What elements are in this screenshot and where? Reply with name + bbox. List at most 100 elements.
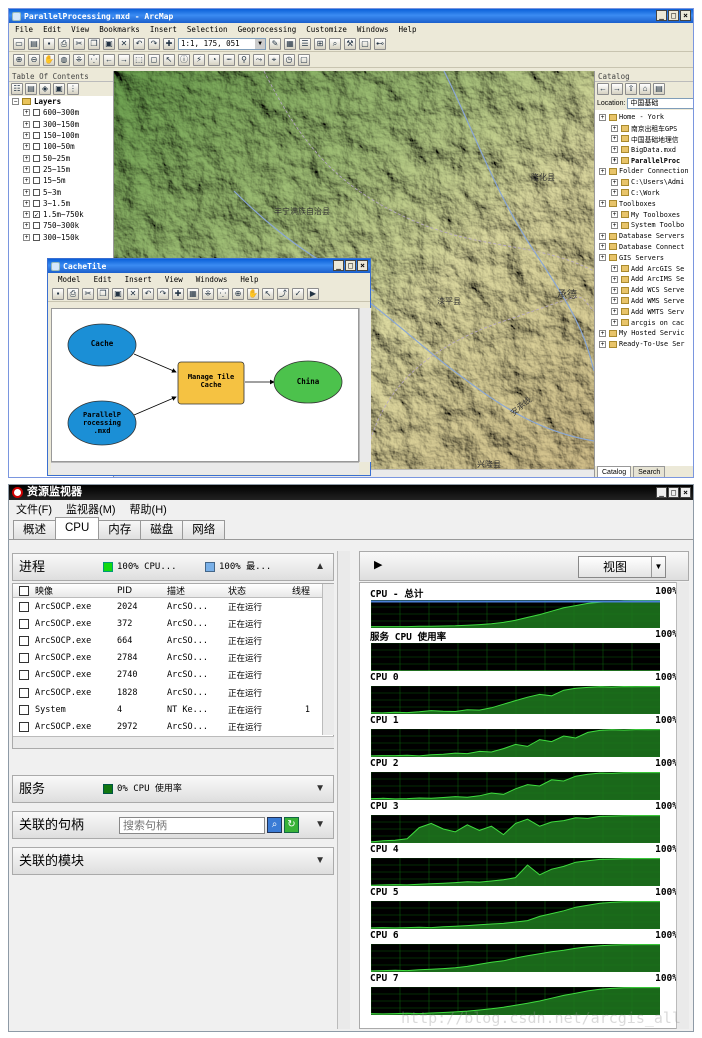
expand-icon[interactable]: +: [23, 222, 30, 230]
processes-section-header[interactable]: 进程 100% CPU... 100% 最... ▲: [12, 553, 334, 581]
process-checkbox[interactable]: [19, 601, 29, 612]
layer-visibility-checkbox[interactable]: [33, 165, 40, 173]
menu-item-bookmarks[interactable]: Bookmarks: [99, 25, 140, 34]
menu-item-geoprocessing[interactable]: Geoprocessing: [238, 25, 297, 34]
close-button[interactable]: ×: [680, 487, 691, 498]
process-checkbox[interactable]: [19, 721, 29, 732]
layer-visibility-checkbox[interactable]: [33, 188, 40, 196]
expand-icon[interactable]: +: [23, 199, 30, 207]
table-row[interactable]: ArcSOCP.exe 2972 ArcSO... 正在运行: [13, 718, 333, 735]
catalog-tree-item[interactable]: + My Hosted Servic: [595, 328, 693, 339]
expand-icon[interactable]: +: [611, 275, 618, 283]
expand-icon[interactable]: +: [611, 178, 618, 186]
print-icon[interactable]: ⎙: [67, 287, 79, 300]
maximize-button[interactable]: □: [668, 10, 679, 21]
delete-icon[interactable]: ✕: [127, 287, 139, 300]
cut-icon[interactable]: ✂: [73, 37, 85, 50]
table-row[interactable]: ArcSOCP.exe 2784 ArcSO... 正在运行: [13, 650, 333, 667]
expand-icon[interactable]: +: [599, 243, 606, 251]
toc-layer-item[interactable]: + ✓ 1.5m~750k: [9, 209, 113, 220]
catalog-tree-item[interactable]: + Add WCS Serve: [595, 285, 693, 296]
print-icon[interactable]: ⎙: [58, 37, 70, 50]
catalog-tree-item[interactable]: + Add ArcIMS Se: [595, 274, 693, 285]
expand-icon[interactable]: +: [23, 165, 30, 173]
table-row[interactable]: ArcSOCP.exe 372 ArcSO... 正在运行: [13, 615, 333, 632]
toc-window-icon[interactable]: ☰: [299, 37, 311, 50]
search-window-icon[interactable]: ⌕: [329, 37, 341, 50]
expand-icon[interactable]: +: [23, 233, 30, 241]
process-checkbox[interactable]: [19, 635, 29, 646]
python-window-icon[interactable]: ▢: [359, 37, 371, 50]
select-features-icon[interactable]: ⬚: [133, 53, 145, 66]
expand-icon[interactable]: +: [599, 200, 606, 208]
resmon-tab[interactable]: CPU: [55, 517, 100, 539]
catalog-tree-item[interactable]: + Add WMS Serve: [595, 296, 693, 307]
minimize-button[interactable]: _: [333, 260, 344, 271]
location-dropdown[interactable]: 中国基础: [627, 97, 693, 109]
menu-item-help[interactable]: Help: [399, 25, 417, 34]
menu-item-selection[interactable]: Selection: [187, 25, 228, 34]
options-icon[interactable]: ⋮: [67, 83, 79, 95]
menu-item-windows[interactable]: Windows: [357, 25, 389, 34]
new-document-icon[interactable]: ▭: [13, 37, 25, 50]
maximize-button[interactable]: □: [668, 487, 679, 498]
toc-layer-item[interactable]: +15~5m: [9, 175, 113, 186]
copy-icon[interactable]: ❐: [97, 287, 109, 300]
layer-visibility-checkbox[interactable]: [33, 143, 40, 151]
time-slider-icon[interactable]: ◷: [283, 53, 295, 66]
redo-icon[interactable]: ↷: [157, 287, 169, 300]
forward-arrow-icon[interactable]: →: [611, 83, 623, 95]
catalog-tree-item[interactable]: + C:\Work: [595, 188, 693, 199]
close-button[interactable]: ×: [357, 260, 368, 271]
expand-icon[interactable]: +: [611, 146, 618, 154]
find-icon[interactable]: ⚲: [238, 53, 250, 66]
list-by-source-icon[interactable]: ▤: [25, 83, 37, 95]
home-icon[interactable]: ⌂: [639, 83, 651, 95]
layer-visibility-checkbox[interactable]: [33, 233, 40, 241]
resmon-titlebar[interactable]: 资源监视器 _ □ ×: [9, 485, 693, 500]
menu-item-insert[interactable]: Insert: [150, 25, 177, 34]
expand-icon[interactable]: +: [599, 167, 606, 175]
layer-visibility-checkbox[interactable]: [33, 199, 40, 207]
expand-icon[interactable]: +: [23, 132, 30, 140]
resmon-tab[interactable]: 磁盘: [140, 520, 184, 539]
expand-icon[interactable]: +: [599, 232, 606, 240]
model-horizontal-scrollbar[interactable]: [51, 462, 359, 474]
expand-arrow-icon[interactable]: ▼: [315, 812, 325, 838]
full-extent-icon[interactable]: ⁜: [202, 287, 214, 300]
copy-icon[interactable]: ❐: [88, 37, 100, 50]
menu-item-view[interactable]: View: [71, 25, 89, 34]
menu-item-model[interactable]: Model: [58, 275, 81, 284]
search-handles-input[interactable]: [119, 817, 265, 834]
delete-icon[interactable]: ✕: [118, 37, 130, 50]
save-icon[interactable]: ▪: [52, 287, 64, 300]
view-dropdown-button[interactable]: 视图 ▼: [578, 556, 666, 578]
html-popup-icon[interactable]: ◔: [208, 53, 220, 66]
cachetile-titlebar[interactable]: CacheTile _ □ ×: [48, 259, 370, 273]
menu-item-view[interactable]: View: [165, 275, 183, 284]
expand-icon[interactable]: +: [23, 211, 30, 219]
add-data-icon[interactable]: ✚: [163, 37, 175, 50]
undo-icon[interactable]: ↶: [142, 287, 154, 300]
expand-icon[interactable]: +: [23, 188, 30, 196]
process-checkbox[interactable]: [19, 704, 29, 715]
zoom-out-icon[interactable]: ⊖: [28, 53, 40, 66]
catalog-tree-item[interactable]: + C:\Users\Admi: [595, 177, 693, 188]
arctoolbox-icon[interactable]: ⚒: [344, 37, 356, 50]
resmon-tab[interactable]: 概述: [13, 520, 56, 539]
toc-layer-item[interactable]: +300~150m: [9, 119, 113, 130]
fixed-zoom-out-icon[interactable]: ⁛: [88, 53, 100, 66]
identify-icon[interactable]: ⓘ: [178, 53, 190, 66]
paste-icon[interactable]: ▣: [103, 37, 115, 50]
catalog-tree-item[interactable]: + 南京出租车GPS: [595, 123, 693, 134]
toc-layers-root[interactable]: − Layers: [9, 96, 113, 107]
catalog-tree-item[interactable]: + arcgis on cac: [595, 317, 693, 328]
catalog-tab-catalog[interactable]: Catalog: [597, 466, 632, 477]
expand-icon[interactable]: +: [611, 157, 618, 165]
expand-right-arrow-icon[interactable]: ▶: [374, 558, 382, 571]
zoom-in-icon[interactable]: ⊕: [13, 53, 25, 66]
services-section-header[interactable]: 服务 0% CPU 使用率 ▼: [12, 775, 334, 803]
resmon-menu-item[interactable]: 文件(F): [16, 501, 52, 517]
catalog-tab-search[interactable]: Search: [633, 466, 666, 477]
toc-layer-item[interactable]: +5~3m: [9, 186, 113, 197]
